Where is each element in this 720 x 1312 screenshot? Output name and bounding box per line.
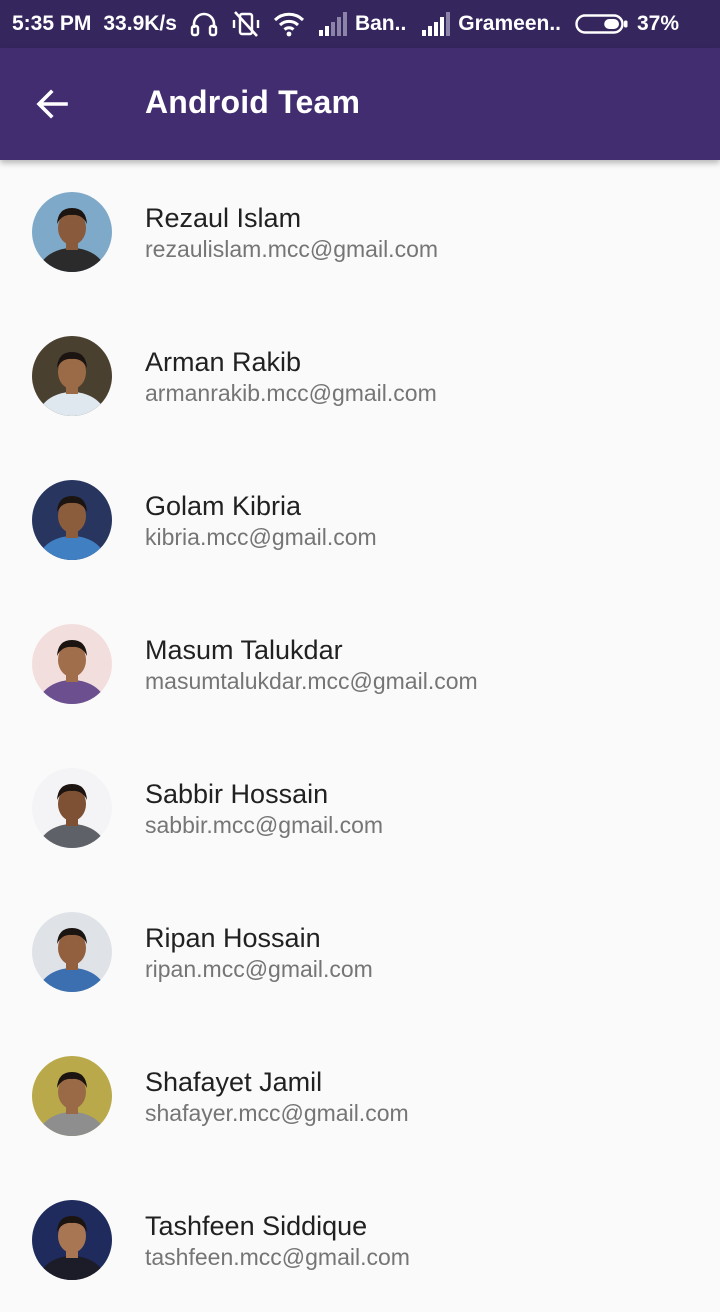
wifi-icon — [273, 11, 305, 37]
member-email: ripan.mcc@gmail.com — [145, 956, 373, 982]
member-email: kibria.mcc@gmail.com — [145, 524, 377, 550]
status-time: 5:35 PM — [12, 12, 92, 35]
status-bar: 5:35 PM 33.9K/s Ban.. Grameen.. 37% — [0, 0, 720, 48]
list-item[interactable]: Masum Talukdar masumtalukdar.mcc@gmail.co… — [0, 592, 720, 736]
member-email: shafayer.mcc@gmail.com — [145, 1100, 409, 1126]
member-email: masumtalukdar.mcc@gmail.com — [145, 668, 478, 694]
team-member-list: Rezaul Islam rezaulislam.mcc@gmail.com Arm… — [0, 160, 720, 1280]
member-name: Tashfeen Siddique — [145, 1211, 368, 1241]
page-title: Android Team — [145, 84, 361, 120]
carrier-2: Grameen.. — [458, 12, 561, 35]
member-name: Masum Talukdar — [145, 635, 343, 665]
avatar — [32, 1200, 112, 1280]
member-name: Rezaul Islam — [145, 203, 302, 233]
member-name: Sabbir Hossain — [145, 779, 329, 809]
back-button[interactable] — [24, 76, 80, 132]
avatar — [32, 336, 112, 416]
list-item[interactable]: Ripan Hossain ripan.mcc@gmail.com — [0, 880, 720, 1024]
avatar — [32, 480, 112, 560]
member-email: sabbir.mcc@gmail.com — [145, 812, 384, 838]
avatar — [32, 624, 112, 704]
list-item[interactable]: Sabbir Hossain sabbir.mcc@gmail.com — [0, 736, 720, 880]
member-name: Arman Rakib — [145, 347, 302, 377]
list-item[interactable]: Rezaul Islam rezaulislam.mcc@gmail.com — [0, 160, 720, 304]
avatar — [32, 1056, 112, 1136]
headphones-icon — [189, 10, 219, 38]
list-item[interactable]: Tashfeen Siddique tashfeen.mcc@gmail.com — [0, 1168, 720, 1312]
member-email: tashfeen.mcc@gmail.com — [145, 1244, 410, 1270]
network-speed: 33.9K/s — [103, 12, 177, 35]
battery-icon — [575, 13, 629, 35]
list-item[interactable]: Arman Rakib armanrakib.mcc@gmail.com — [0, 304, 720, 448]
vibrate-off-icon — [231, 10, 261, 38]
member-name: Ripan Hossain — [145, 923, 321, 953]
avatar — [32, 768, 112, 848]
member-name: Golam Kibria — [145, 491, 302, 521]
app-bar: Android Team — [0, 48, 720, 160]
member-name: Shafayet Jamil — [145, 1067, 323, 1097]
list-item[interactable]: Shafayet Jamil shafayer.mcc@gmail.com — [0, 1024, 720, 1168]
carrier-1: Ban.. — [354, 12, 407, 35]
avatar — [32, 912, 112, 992]
arrow-back-icon — [36, 89, 68, 119]
list-item[interactable]: Golam Kibria kibria.mcc@gmail.com — [0, 448, 720, 592]
member-email: armanrakib.mcc@gmail.com — [145, 380, 437, 406]
signal-icon — [420, 12, 451, 36]
avatar — [32, 192, 112, 272]
battery-percent: 37% — [637, 12, 680, 35]
member-email: rezaulislam.mcc@gmail.com — [145, 236, 439, 262]
signal-icon — [317, 12, 347, 36]
